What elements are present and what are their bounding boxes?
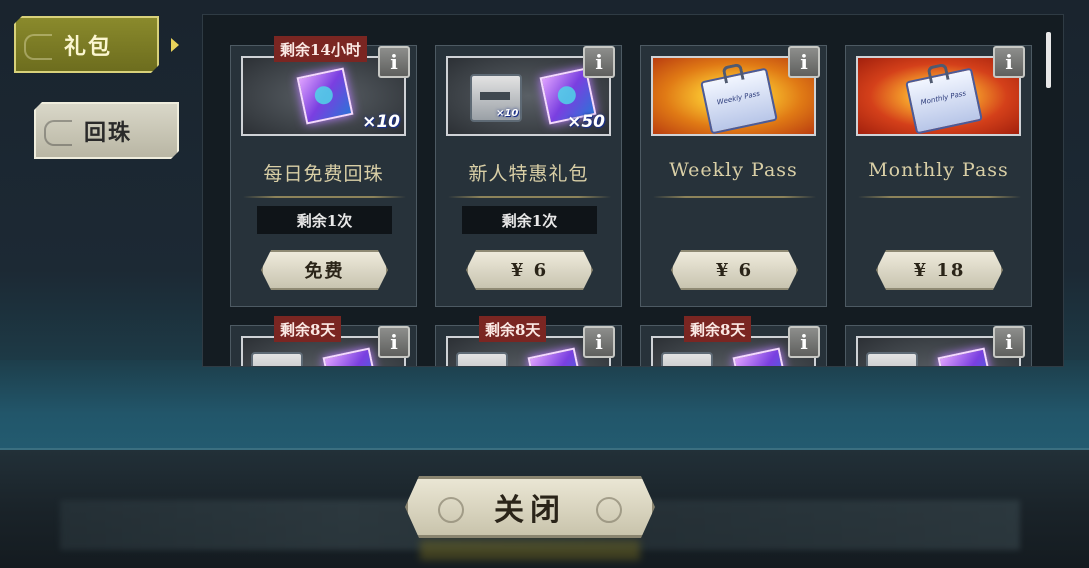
pass-card-text: Monthly Pass (920, 89, 967, 107)
shop-card[interactable]: 剩余8天 i (435, 316, 622, 366)
card-title: Weekly Pass (669, 159, 798, 181)
tab-gift-packs[interactable]: 礼包 (14, 16, 159, 73)
item-multiplier: ×50 (567, 112, 605, 132)
orb-cube-icon (732, 347, 790, 366)
shop-card-monthly-pass[interactable]: Monthly Pass i Monthly Pass ¥ 18 (845, 45, 1032, 307)
tab-ornament-icon (24, 34, 52, 60)
scrollbar-thumb[interactable] (1046, 32, 1051, 88)
selected-arrow-icon (171, 38, 179, 52)
tab-label: 礼包 (64, 33, 113, 60)
info-button[interactable]: i (583, 326, 615, 358)
timer-badge: 剩余8天 (274, 316, 342, 342)
shop-card-newbie-pack[interactable]: ×10 ×50 i 新人特惠礼包 剩余1次 ¥ 6 (435, 45, 622, 307)
info-button[interactable]: i (378, 326, 410, 358)
lanyard-clip-icon (721, 62, 745, 84)
card-title: 每日免费回珠 (263, 163, 384, 185)
shop-card-weekly-pass[interactable]: Weekly Pass i Weekly Pass ¥ 6 (640, 45, 827, 307)
tab-ornament-icon (44, 120, 72, 146)
shop-card[interactable]: 剩余8天 i (230, 316, 417, 366)
tab-orbs[interactable]: 回珠 (34, 102, 179, 159)
orb-cube-icon (296, 67, 354, 125)
info-button[interactable]: i (993, 326, 1025, 358)
shop-card-daily-free[interactable]: ×10 剩余14小时 i 每日免费回珠 剩余1次 免费 (230, 36, 417, 307)
shop-panel: ×10 剩余14小时 i 每日免费回珠 剩余1次 免费 ×10 ×50 i 新人… (202, 14, 1064, 367)
divider (653, 196, 816, 198)
orb-cube-icon (527, 347, 585, 366)
timer-badge: 剩余14小时 (274, 36, 367, 62)
card-title: Monthly Pass (868, 159, 1009, 181)
pass-card-icon: Weekly Pass (700, 62, 778, 134)
orb-cube-icon (322, 347, 380, 366)
remaining-count: 剩余1次 (257, 206, 392, 234)
info-button[interactable]: i (788, 326, 820, 358)
close-button[interactable]: 关闭 (405, 476, 655, 538)
orb-cube-icon (937, 347, 995, 366)
ticket-icon (661, 352, 713, 366)
shop-card[interactable]: 剩余8天 i (640, 316, 827, 366)
blurred-highlight (420, 540, 640, 560)
timer-badge: 剩余8天 (684, 316, 752, 342)
card-title: 新人特惠礼包 (468, 163, 589, 185)
timer-badge: 剩余8天 (479, 316, 547, 342)
divider (858, 196, 1021, 198)
ticket-icon (456, 352, 508, 366)
ticket-multiplier: ×10 (496, 108, 519, 119)
item-multiplier: ×10 (362, 112, 400, 132)
ornament-icon (596, 497, 622, 523)
ticket-icon (866, 352, 918, 366)
ornament-icon (438, 497, 464, 523)
close-button-label: 关闭 (494, 493, 566, 528)
pass-card-text: Weekly Pass (716, 89, 761, 107)
background-band (0, 360, 1089, 450)
buy-button[interactable]: 免费 (261, 250, 388, 290)
info-button[interactable]: i (583, 46, 615, 78)
ticket-icon (251, 352, 303, 366)
buy-button[interactable]: ¥ 6 (671, 250, 798, 290)
remaining-count: 剩余1次 (462, 206, 597, 234)
divider (243, 196, 406, 198)
shop-card[interactable]: i (845, 325, 1032, 366)
divider (448, 196, 611, 198)
tab-label: 回珠 (84, 119, 133, 146)
info-button[interactable]: i (378, 46, 410, 78)
info-button[interactable]: i (788, 46, 820, 78)
lanyard-clip-icon (926, 62, 950, 84)
buy-button[interactable]: ¥ 18 (876, 250, 1003, 290)
pass-card-icon: Monthly Pass (905, 62, 983, 134)
buy-button[interactable]: ¥ 6 (466, 250, 593, 290)
info-button[interactable]: i (993, 46, 1025, 78)
